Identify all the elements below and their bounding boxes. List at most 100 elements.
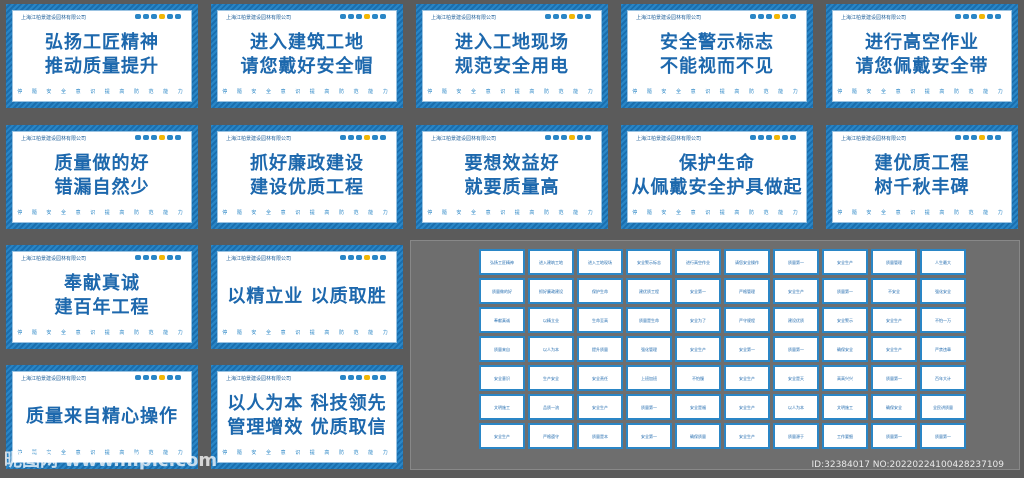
thumbnail-text: 安全第一 <box>726 338 768 360</box>
thumbnail-sign: 安全生产 <box>724 394 770 420</box>
logo-dots <box>750 14 796 19</box>
company-name: 上海江柏景建设园林有限公司 <box>431 136 497 142</box>
logo-dots <box>340 375 386 380</box>
thumbnail-sign: 百年大计 <box>920 365 966 391</box>
thumbnail-text: 安全生产 <box>481 425 523 447</box>
sign-slogan: 停 隨 安 全 意 识 提 高 防 范 能 力 <box>427 89 597 95</box>
sign-panel: 上海江柏景建设园林有限公司 奉献真诚 建百年工程停 隨 安 全 意 识 提 高 防 … <box>12 251 192 343</box>
watermark-left: 昵图网 www.nipic.com <box>4 450 218 471</box>
safety-sign: 上海江柏景建设园林有限公司 安全警示标志 不能视而不见停 隨 安 全 意 识 提 高… <box>621 4 813 108</box>
logo-dots <box>955 14 1001 19</box>
sign-panel: 上海江柏景建设园林有限公司 进入建筑工地 请您戴好安全帽停 隨 安 全 意 识 提 … <box>217 10 397 102</box>
thumbnail-text: 百年大计 <box>922 367 964 389</box>
sign-line-2: 就要质量高 <box>464 177 560 198</box>
thumbnail-sign: 生产安全 <box>528 365 574 391</box>
thumbnail-sign: 确保安全 <box>871 394 917 420</box>
thumbnail-sign: 质量第一 <box>871 365 917 391</box>
sign-line-2: 请您佩戴安全带 <box>855 56 989 77</box>
sign-panel: 上海江柏景建设园林有限公司 安全警示标志 不能视而不见停 隨 安 全 意 识 提 高… <box>627 10 807 102</box>
sign-panel: 上海江柏景建设园林有限公司 以精立业 以质取胜停 隨 安 全 意 识 提 高 防 … <box>217 251 397 343</box>
thumbnail-text: 质量第一 <box>775 251 817 273</box>
thumbnail-sign: 质量管理 <box>871 249 917 275</box>
company-name: 上海江柏景建设园林有限公司 <box>226 15 292 21</box>
thumbnail-sign: 以人为本 <box>528 336 574 362</box>
thumbnail-sign: 安全第一 <box>675 278 721 304</box>
thumbnail-text: 安全生产 <box>775 280 817 302</box>
thumbnail-text: 安全是天 <box>775 367 817 389</box>
thumbnail-sign: 人生最大 <box>920 249 966 275</box>
thumbnail-text: 确保安全 <box>824 338 866 360</box>
thumbnail-sign: 弘扬工匠精神 <box>479 249 525 275</box>
sign-text: 弘扬工匠精神 推动质量提升 <box>13 29 191 81</box>
sign-text: 要想效益好 就要质量高 <box>423 150 601 202</box>
thumbnail-text: 安全生产 <box>726 425 768 447</box>
thumbnail-sign: 严守规程 <box>724 307 770 333</box>
safety-sign: 上海江柏景建设园林有限公司保护生命 从佩戴安全护具做起停 隨 安 全 意 识 提 … <box>621 125 813 229</box>
sign-slogan: 停 隨 安 全 意 识 提 高 防 范 能 力 <box>222 450 392 456</box>
company-name: 上海江柏景建设园林有限公司 <box>226 256 292 262</box>
sign-slogan: 停 隨 安 全 意 识 提 高 防 范 能 力 <box>632 89 802 95</box>
thumbnail-text: 文明施工 <box>481 396 523 418</box>
thumbnail-text: 确保质量 <box>677 425 719 447</box>
thumbnail-sign: 保护生命 <box>577 278 623 304</box>
thumbnail-sign: 抓好廉政建设 <box>528 278 574 304</box>
thumbnail-sign: 安全警示 <box>822 307 868 333</box>
logo-dots <box>340 135 386 140</box>
thumbnail-text: 进入建筑工地 <box>530 251 572 273</box>
thumbnail-text: 上班加班 <box>628 367 670 389</box>
logo-dots <box>545 14 591 19</box>
thumbnail-sign: 安全生产 <box>822 249 868 275</box>
thumbnail-sign: 安全意识 <box>479 365 525 391</box>
company-name: 上海江柏景建设园林有限公司 <box>21 376 87 382</box>
thumbnail-sign: 安全生产 <box>871 307 917 333</box>
logo-dots <box>545 135 591 140</box>
safety-sign: 上海江柏景建设园林有限公司 进行高空作业 请您佩戴安全带停 隨 安 全 意 识 提 … <box>826 4 1018 108</box>
sign-line-1: 抓好廉政建设 <box>250 153 364 174</box>
thumbnail-text: 质量第一 <box>628 396 670 418</box>
safety-sign: 上海江柏景建设园林有限公司 建优质工程 树千秋丰碑停 隨 安 全 意 识 提 高 防… <box>826 125 1018 229</box>
thumbnail-sign: 质量来自 <box>479 336 525 362</box>
thumbnail-text: 安全警示 <box>824 309 866 331</box>
company-name: 上海江柏景建设园林有限公司 <box>636 136 702 142</box>
sign-line-2: 从佩戴安全护具做起 <box>631 177 803 198</box>
company-name: 上海江柏景建设园林有限公司 <box>21 136 87 142</box>
thumbnail-sign: 安全生产 <box>724 365 770 391</box>
thumbnail-sign: 文明施工 <box>479 394 525 420</box>
thumbnail-text: 严禁违章 <box>922 338 964 360</box>
thumbnail-text: 安全责任 <box>579 367 621 389</box>
thumbnail-text: 强化管理 <box>628 338 670 360</box>
thumbnail-text: 人生最大 <box>922 251 964 273</box>
thumbnail-text: 质量第一 <box>775 338 817 360</box>
thumbnail-text: 安全生产 <box>579 396 621 418</box>
thumbnail-text: 质量第一 <box>922 425 964 447</box>
thumbnail-sign: 确保质量 <box>675 423 721 449</box>
thumbnail-text: 安全是福 <box>677 396 719 418</box>
thumbnail-sign: 安全是天 <box>773 365 819 391</box>
sign-panel: 上海江柏景建设园林有限公司 进入工地现场 规范安全用电停 隨 安 全 意 识 提 高… <box>422 10 602 102</box>
thumbnail-sign: 安全第一 <box>626 423 672 449</box>
thumbnail-sign: 质量第一 <box>920 423 966 449</box>
thumbnail-sign: 安全第一 <box>724 336 770 362</box>
sign-panel: 上海江柏景建设园林有限公司 要想效益好 就要质量高停 隨 安 全 意 识 提 高 防… <box>422 131 602 223</box>
logo-dots <box>340 255 386 260</box>
sign-text: 进行高空作业 请您佩戴安全带 <box>833 29 1011 81</box>
sign-line-1: 以精立业 以质取胜 <box>227 286 387 307</box>
thumbnail-text: 以人为本 <box>530 338 572 360</box>
sign-line-2: 推动质量提升 <box>45 56 159 77</box>
thumbnail-text: 工作要细 <box>824 425 866 447</box>
thumbnail-sign: 质量第一 <box>773 249 819 275</box>
thumbnail-sign: 安全生产 <box>871 336 917 362</box>
thumbnail-text: 质量是本 <box>579 425 621 447</box>
company-name: 上海江柏景建设园林有限公司 <box>636 15 702 21</box>
sign-line-2: 规范安全用电 <box>455 56 569 77</box>
sign-panel: 上海江柏景建设园林有限公司 进行高空作业 请您佩戴安全带停 隨 安 全 意 识 提 … <box>832 10 1012 102</box>
thumbnail-sign: 安全生产 <box>479 423 525 449</box>
company-name: 上海江柏景建设园林有限公司 <box>226 376 292 382</box>
sign-slogan: 停 隨 安 全 意 识 提 高 防 范 能 力 <box>632 210 802 216</box>
thumbnail-text: 生产安全 <box>530 367 572 389</box>
sign-text: 保护生命 从佩戴安全护具做起 <box>628 150 806 202</box>
thumbnail-sign: 质量做的好 <box>479 278 525 304</box>
sign-line-2: 建百年工程 <box>54 297 150 318</box>
sign-text: 进入建筑工地 请您戴好安全帽 <box>218 29 396 81</box>
thumbnail-sign: 安全生产 <box>577 394 623 420</box>
